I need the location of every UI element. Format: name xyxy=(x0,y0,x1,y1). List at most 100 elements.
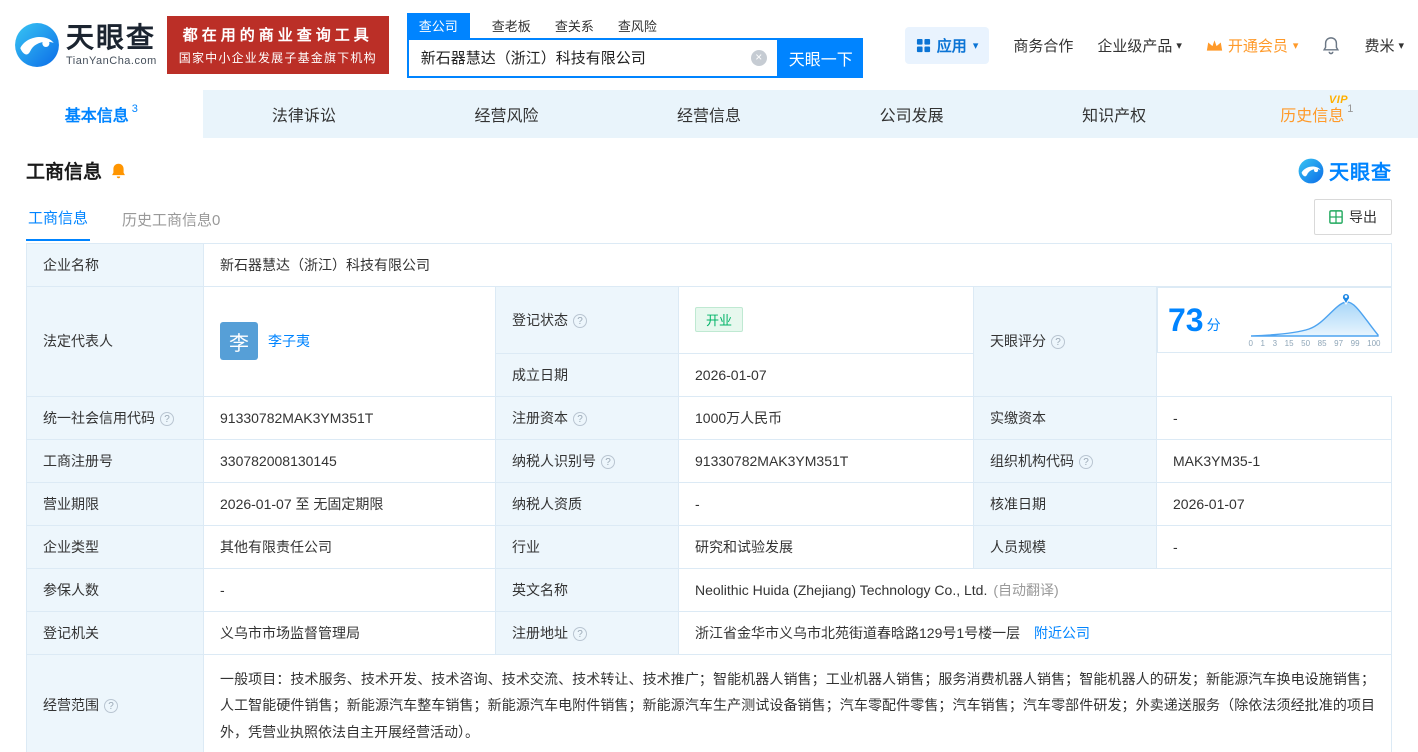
established-label: 成立日期 xyxy=(496,353,679,396)
brand-name: 天眼查 xyxy=(66,24,157,52)
score-number: 73 xyxy=(1168,304,1204,336)
taxpayer-quality-label: 纳税人资质 xyxy=(496,482,679,525)
taxpayer-quality-value: - xyxy=(679,482,974,525)
crown-icon xyxy=(1206,39,1223,52)
chevron-down-icon: ▾ xyxy=(1398,39,1404,52)
excel-export-icon xyxy=(1329,210,1343,224)
company-section-nav: 基本信息3 法律诉讼 经营风险 经营信息 公司发展 知识产权 VIP 历史信息1 xyxy=(0,90,1418,138)
table-row: 法定代表人 李 李子夷 登记状态? 开业 天眼评分? 73 分 xyxy=(27,287,1392,354)
clear-search-icon[interactable]: × xyxy=(751,50,767,66)
top-header: 天眼查 TianYanCha.com 都在用的商业查询工具 国家中小企业发展子基… xyxy=(0,0,1418,90)
user-name: 费米 xyxy=(1364,35,1394,56)
search-input-wrap: × xyxy=(407,38,779,78)
chevron-down-icon: ▾ xyxy=(1293,39,1299,52)
chevron-down-icon: ▾ xyxy=(973,39,979,52)
help-icon[interactable]: ? xyxy=(104,699,118,713)
paid-capital-label: 实缴资本 xyxy=(974,396,1157,439)
notification-bell-button[interactable] xyxy=(1322,36,1340,55)
business-info-table: 企业名称 新石器慧达（浙江）科技有限公司 法定代表人 李 李子夷 登记状态? 开… xyxy=(26,243,1392,752)
english-name-label: 英文名称 xyxy=(496,568,679,611)
main-content: 工商信息 天眼查 工商信息 历史工商信息0 导出 xyxy=(0,156,1418,752)
industry-value: 研究和试验发展 xyxy=(679,525,974,568)
brand-domain: TianYanCha.com xyxy=(66,55,157,67)
search-tab-boss[interactable]: 查老板 xyxy=(490,13,533,38)
search-input[interactable] xyxy=(409,49,777,66)
reg-status-value: 开业 xyxy=(679,287,974,354)
approval-date-value: 2026-01-07 xyxy=(1157,482,1392,525)
business-term-label: 营业期限 xyxy=(27,482,204,525)
legal-rep-avatar[interactable]: 李 xyxy=(220,322,258,360)
table-row: 经营范围? 一般项目：技术服务、技术开发、技术咨询、技术交流、技术转让、技术推广… xyxy=(27,654,1392,752)
reg-capital-value: 1000万人民币 xyxy=(679,396,974,439)
section-title: 工商信息 xyxy=(26,157,102,184)
search-tab-risk[interactable]: 查风险 xyxy=(616,13,659,38)
credit-code-label: 统一社会信用代码? xyxy=(27,396,204,439)
tab-operation-info[interactable]: 经营信息 xyxy=(608,90,811,138)
user-menu[interactable]: 费米 ▾ xyxy=(1364,35,1404,56)
watermark-text: 天眼查 xyxy=(1329,156,1392,185)
subtab-business-info[interactable]: 工商信息 xyxy=(26,201,90,241)
industry-label: 行业 xyxy=(496,525,679,568)
staff-size-value: - xyxy=(1157,525,1392,568)
company-name-label: 企业名称 xyxy=(27,244,204,287)
search-button[interactable]: 天眼一下 xyxy=(779,38,863,78)
english-name-value: Neolithic Huida (Zhejiang) Technology Co… xyxy=(679,568,1392,611)
tab-history-info[interactable]: VIP 历史信息1 xyxy=(1215,90,1418,138)
tab-company-development[interactable]: 公司发展 xyxy=(810,90,1013,138)
reg-status-label: 登记状态? xyxy=(496,287,679,354)
bell-icon xyxy=(110,162,127,180)
subtab-row: 工商信息 历史工商信息0 导出 xyxy=(26,199,1392,241)
legal-rep-label: 法定代表人 xyxy=(27,287,204,397)
subtab-history-business-info[interactable]: 历史工商信息0 xyxy=(120,203,222,241)
tab-operation-risk[interactable]: 经营风险 xyxy=(405,90,608,138)
open-vip-link[interactable]: 开通会员 ▾ xyxy=(1206,35,1299,56)
table-row: 企业类型 其他有限责任公司 行业 研究和试验发展 人员规模 - xyxy=(27,525,1392,568)
search-tabs: 查公司 查老板 查关系 查风险 xyxy=(407,13,863,38)
business-scope-label: 经营范围? xyxy=(27,654,204,752)
org-code-value: MAK3YM35-1 xyxy=(1157,439,1392,482)
paid-capital-value: - xyxy=(1157,396,1392,439)
apps-button[interactable]: 应用 ▾ xyxy=(905,27,990,64)
score-distribution-chart: 01 315 5085 9799 100 xyxy=(1249,292,1381,348)
legal-rep-value: 李 李子夷 xyxy=(204,287,496,397)
help-icon[interactable]: ? xyxy=(573,627,587,641)
auto-translate-note: (自动翻译) xyxy=(993,582,1058,598)
help-icon[interactable]: ? xyxy=(160,412,174,426)
table-row: 营业期限 2026-01-07 至 无固定期限 纳税人资质 - 核准日期 202… xyxy=(27,482,1392,525)
score-curve xyxy=(1249,292,1381,338)
business-cooperation-link[interactable]: 商务合作 xyxy=(1013,35,1073,56)
slogan-banner: 都在用的商业查询工具 国家中小企业发展子基金旗下机构 xyxy=(167,16,389,74)
company-name-value: 新石器慧达（浙江）科技有限公司 xyxy=(204,244,1392,287)
org-code-label: 组织机构代码? xyxy=(974,439,1157,482)
taxpayer-id-label: 纳税人识别号? xyxy=(496,439,679,482)
reg-number-value: 330782008130145 xyxy=(204,439,496,482)
established-value: 2026-01-07 xyxy=(679,353,974,396)
help-icon[interactable]: ? xyxy=(1051,335,1065,349)
score-unit: 分 xyxy=(1207,315,1221,335)
help-icon[interactable]: ? xyxy=(1079,455,1093,469)
monitor-bell-button[interactable] xyxy=(110,162,127,180)
search-area: 查公司 查老板 查关系 查风险 × 天眼一下 xyxy=(407,13,863,78)
tab-legal-litigation[interactable]: 法律诉讼 xyxy=(203,90,406,138)
reg-address-label: 注册地址? xyxy=(496,611,679,654)
tab-basic-info[interactable]: 基本信息3 xyxy=(0,90,203,138)
score-value: 73 分 01 315 xyxy=(1157,287,1392,353)
tianyancha-logo[interactable]: 天眼查 TianYanCha.com xyxy=(14,22,157,68)
reg-authority-value: 义乌市市场监督管理局 xyxy=(204,611,496,654)
enterprise-products-link[interactable]: 企业级产品 ▾ xyxy=(1097,35,1182,56)
insured-count-value: - xyxy=(204,568,496,611)
tianyancha-eye-icon xyxy=(14,22,60,68)
legal-rep-link[interactable]: 李子夷 xyxy=(268,331,310,351)
help-icon[interactable]: ? xyxy=(601,455,615,469)
grid-icon xyxy=(916,38,931,53)
search-tab-company[interactable]: 查公司 xyxy=(407,13,470,38)
help-icon[interactable]: ? xyxy=(573,412,587,426)
export-button[interactable]: 导出 xyxy=(1314,199,1392,235)
nearby-companies-link[interactable]: 附近公司 xyxy=(1034,625,1090,641)
search-tab-relation[interactable]: 查关系 xyxy=(553,13,596,38)
credit-code-value: 91330782MAK3YM351T xyxy=(204,396,496,439)
tab-intellectual-property[interactable]: 知识产权 xyxy=(1013,90,1216,138)
help-icon[interactable]: ? xyxy=(573,314,587,328)
bell-icon xyxy=(1322,36,1340,55)
taxpayer-id-value: 91330782MAK3YM351T xyxy=(679,439,974,482)
